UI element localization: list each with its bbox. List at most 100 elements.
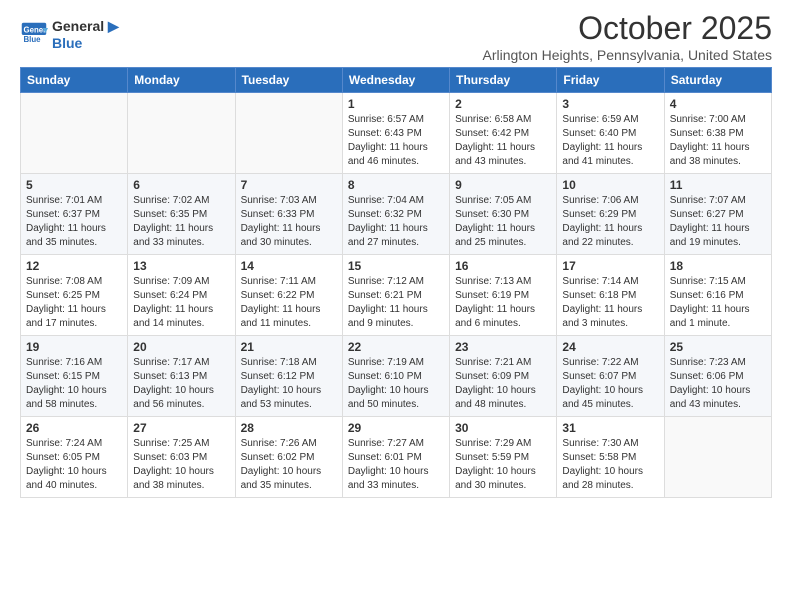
page-header: General Blue General ▶ Blue October 2025… (10, 10, 782, 63)
day-number: 10 (562, 178, 658, 192)
day-number: 22 (348, 340, 444, 354)
calendar-week-row: 12 Sunrise: 7:08 AMSunset: 6:25 PMDayligh… (21, 255, 772, 336)
calendar-day-12: 12 Sunrise: 7:08 AMSunset: 6:25 PMDayligh… (21, 255, 128, 336)
calendar-day-empty (21, 93, 128, 174)
day-number: 18 (670, 259, 766, 273)
logo: General Blue General ▶ Blue (20, 18, 119, 52)
day-number: 21 (241, 340, 337, 354)
calendar-day-27: 27Sunrise: 7:25 AMSunset: 6:03 PMDayligh… (128, 417, 235, 498)
day-info: Sunrise: 7:26 AMSunset: 6:02 PMDaylight:… (241, 437, 337, 493)
header-saturday: Saturday (664, 68, 771, 93)
day-info: Sunrise: 7:08 AMSunset: 6:25 PMDaylight:… (26, 275, 122, 331)
day-number: 12 (26, 259, 122, 273)
logo-text-general: General ▶ (52, 18, 119, 35)
calendar-day-9: 9 Sunrise: 7:05 AMSunset: 6:30 PMDaylight… (450, 174, 557, 255)
calendar-header-row: SundayMondayTuesdayWednesdayThursdayFrid… (21, 68, 772, 93)
day-number: 8 (348, 178, 444, 192)
logo-text-blue: Blue (52, 35, 119, 52)
day-info: Sunrise: 7:30 AMSunset: 5:58 PMDaylight:… (562, 437, 658, 493)
header-wednesday: Wednesday (342, 68, 449, 93)
day-number: 31 (562, 421, 658, 435)
day-number: 7 (241, 178, 337, 192)
day-info: Sunrise: 7:13 AMSunset: 6:19 PMDaylight:… (455, 275, 551, 331)
header-tuesday: Tuesday (235, 68, 342, 93)
day-number: 16 (455, 259, 551, 273)
day-number: 29 (348, 421, 444, 435)
calendar-day-7: 7 Sunrise: 7:03 AMSunset: 6:33 PMDaylight… (235, 174, 342, 255)
day-info: Sunrise: 7:15 AMSunset: 6:16 PMDaylight:… (670, 275, 766, 331)
day-info: Sunrise: 7:05 AMSunset: 6:30 PMDaylight:… (455, 194, 551, 250)
calendar-day-10: 10 Sunrise: 7:06 AMSunset: 6:29 PMDayligh… (557, 174, 664, 255)
calendar-day-15: 15Sunrise: 7:12 AMSunset: 6:21 PMDayligh… (342, 255, 449, 336)
calendar-day-30: 30 Sunrise: 7:29 AMSunset: 5:59 PMDayligh… (450, 417, 557, 498)
day-info: Sunrise: 7:03 AMSunset: 6:33 PMDaylight:… (241, 194, 337, 250)
day-info: Sunrise: 6:58 AMSunset: 6:42 PMDaylight:… (455, 113, 551, 169)
calendar-day-empty (664, 417, 771, 498)
day-number: 20 (133, 340, 229, 354)
day-number: 13 (133, 259, 229, 273)
calendar-day-11: 11 Sunrise: 7:07 AMSunset: 6:27 PMDayligh… (664, 174, 771, 255)
calendar-day-5: 5Sunrise: 7:01 AMSunset: 6:37 PMDaylight… (21, 174, 128, 255)
calendar-day-20: 20 Sunrise: 7:17 AMSunset: 6:13 PMDayligh… (128, 336, 235, 417)
header-friday: Friday (557, 68, 664, 93)
calendar-week-row: 19Sunrise: 7:16 AMSunset: 6:15 PMDayligh… (21, 336, 772, 417)
svg-text:Blue: Blue (24, 35, 42, 44)
calendar-day-empty (235, 93, 342, 174)
day-info: Sunrise: 7:24 AMSunset: 6:05 PMDaylight:… (26, 437, 122, 493)
calendar-day-24: 24Sunrise: 7:22 AMSunset: 6:07 PMDayligh… (557, 336, 664, 417)
day-info: Sunrise: 7:00 AMSunset: 6:38 PMDaylight:… (670, 113, 766, 169)
calendar-day-25: 25 Sunrise: 7:23 AMSunset: 6:06 PMDayligh… (664, 336, 771, 417)
day-info: Sunrise: 7:09 AMSunset: 6:24 PMDaylight:… (133, 275, 229, 331)
calendar-day-8: 8 Sunrise: 7:04 AMSunset: 6:32 PMDaylight… (342, 174, 449, 255)
day-number: 4 (670, 97, 766, 111)
day-info: Sunrise: 7:18 AMSunset: 6:12 PMDaylight:… (241, 356, 337, 412)
day-info: Sunrise: 7:21 AMSunset: 6:09 PMDaylight:… (455, 356, 551, 412)
day-info: Sunrise: 7:16 AMSunset: 6:15 PMDaylight:… (26, 356, 122, 412)
calendar-day-13: 13 Sunrise: 7:09 AMSunset: 6:24 PMDayligh… (128, 255, 235, 336)
calendar-day-19: 19Sunrise: 7:16 AMSunset: 6:15 PMDayligh… (21, 336, 128, 417)
day-info: Sunrise: 7:17 AMSunset: 6:13 PMDaylight:… (133, 356, 229, 412)
calendar-day-22: 22 Sunrise: 7:19 AMSunset: 6:10 PMDayligh… (342, 336, 449, 417)
title-section: October 2025 Arlington Heights, Pennsylv… (483, 10, 773, 63)
day-info: Sunrise: 7:14 AMSunset: 6:18 PMDaylight:… (562, 275, 658, 331)
day-number: 11 (670, 178, 766, 192)
day-info: Sunrise: 7:29 AMSunset: 5:59 PMDaylight:… (455, 437, 551, 493)
calendar-week-row: 5Sunrise: 7:01 AMSunset: 6:37 PMDaylight… (21, 174, 772, 255)
day-info: Sunrise: 7:23 AMSunset: 6:06 PMDaylight:… (670, 356, 766, 412)
day-number: 1 (348, 97, 444, 111)
day-number: 30 (455, 421, 551, 435)
calendar-day-29: 29 Sunrise: 7:27 AMSunset: 6:01 PMDayligh… (342, 417, 449, 498)
calendar-day-17: 17Sunrise: 7:14 AMSunset: 6:18 PMDayligh… (557, 255, 664, 336)
day-info: Sunrise: 6:57 AMSunset: 6:43 PMDaylight:… (348, 113, 444, 169)
day-number: 24 (562, 340, 658, 354)
day-number: 5 (26, 178, 122, 192)
calendar-day-6: 6Sunrise: 7:02 AMSunset: 6:35 PMDaylight… (128, 174, 235, 255)
day-info: Sunrise: 7:07 AMSunset: 6:27 PMDaylight:… (670, 194, 766, 250)
calendar-day-28: 28Sunrise: 7:26 AMSunset: 6:02 PMDayligh… (235, 417, 342, 498)
day-info: Sunrise: 6:59 AMSunset: 6:40 PMDaylight:… (562, 113, 658, 169)
header-monday: Monday (128, 68, 235, 93)
month-title: October 2025 (483, 10, 773, 47)
day-info: Sunrise: 7:04 AMSunset: 6:32 PMDaylight:… (348, 194, 444, 250)
calendar-day-16: 16 Sunrise: 7:13 AMSunset: 6:19 PMDayligh… (450, 255, 557, 336)
day-info: Sunrise: 7:27 AMSunset: 6:01 PMDaylight:… (348, 437, 444, 493)
calendar-day-3: 3Sunrise: 6:59 AMSunset: 6:40 PMDaylight… (557, 93, 664, 174)
calendar-day-23: 23 Sunrise: 7:21 AMSunset: 6:09 PMDayligh… (450, 336, 557, 417)
header-thursday: Thursday (450, 68, 557, 93)
calendar-day-26: 26 Sunrise: 7:24 AMSunset: 6:05 PMDayligh… (21, 417, 128, 498)
day-info: Sunrise: 7:19 AMSunset: 6:10 PMDaylight:… (348, 356, 444, 412)
calendar-day-14: 14Sunrise: 7:11 AMSunset: 6:22 PMDayligh… (235, 255, 342, 336)
header-sunday: Sunday (21, 68, 128, 93)
day-number: 15 (348, 259, 444, 273)
calendar-day-4: 4 Sunrise: 7:00 AMSunset: 6:38 PMDaylight… (664, 93, 771, 174)
day-number: 25 (670, 340, 766, 354)
day-number: 23 (455, 340, 551, 354)
calendar-day-21: 21 Sunrise: 7:18 AMSunset: 6:12 PMDayligh… (235, 336, 342, 417)
day-info: Sunrise: 7:06 AMSunset: 6:29 PMDaylight:… (562, 194, 658, 250)
day-number: 26 (26, 421, 122, 435)
day-number: 9 (455, 178, 551, 192)
day-info: Sunrise: 7:25 AMSunset: 6:03 PMDaylight:… (133, 437, 229, 493)
day-number: 2 (455, 97, 551, 111)
day-info: Sunrise: 7:11 AMSunset: 6:22 PMDaylight:… (241, 275, 337, 331)
logo-icon: General Blue (20, 21, 48, 49)
